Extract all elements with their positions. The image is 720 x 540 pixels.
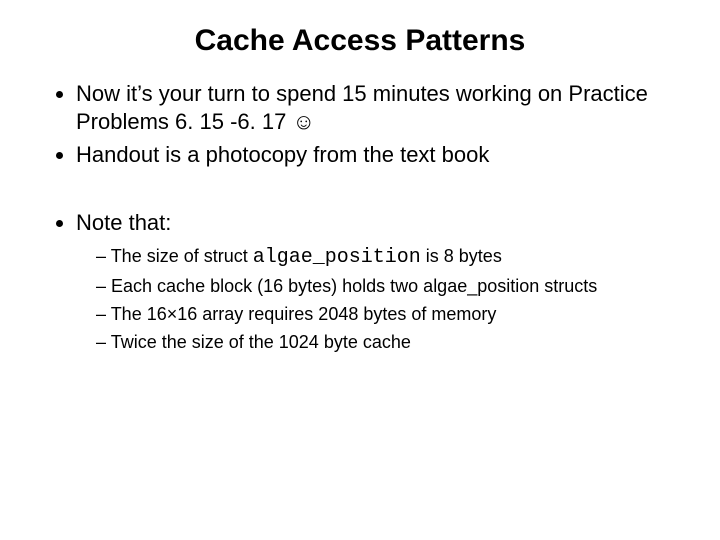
bullet-text: Note that: bbox=[76, 210, 171, 235]
sub-item: Twice the size of the 1024 byte cache bbox=[96, 329, 680, 357]
bullet-item: Note that: The size of struct algae_posi… bbox=[76, 209, 680, 357]
sub-item: The 16×16 array requires 2048 bytes of m… bbox=[96, 301, 680, 329]
bullet-item: Handout is a photocopy from the text boo… bbox=[76, 141, 680, 169]
sub-item: The size of struct algae_position is 8 b… bbox=[96, 242, 680, 273]
slide-title: Cache Access Patterns bbox=[40, 24, 680, 58]
bullet-list: Note that: The size of struct algae_posi… bbox=[40, 209, 680, 357]
slide: Cache Access Patterns Now it’s your turn… bbox=[0, 0, 720, 540]
sub-list: The size of struct algae_position is 8 b… bbox=[76, 242, 680, 357]
bullet-list: Now it’s your turn to spend 15 minutes w… bbox=[40, 80, 680, 169]
sub-text: The size of struct bbox=[111, 246, 253, 266]
code-text: algae_position bbox=[253, 246, 421, 269]
spacer bbox=[40, 175, 680, 209]
bullet-item: Now it’s your turn to spend 15 minutes w… bbox=[76, 80, 680, 135]
sub-item: Each cache block (16 bytes) holds two al… bbox=[96, 273, 680, 301]
sub-text: is 8 bytes bbox=[421, 246, 502, 266]
